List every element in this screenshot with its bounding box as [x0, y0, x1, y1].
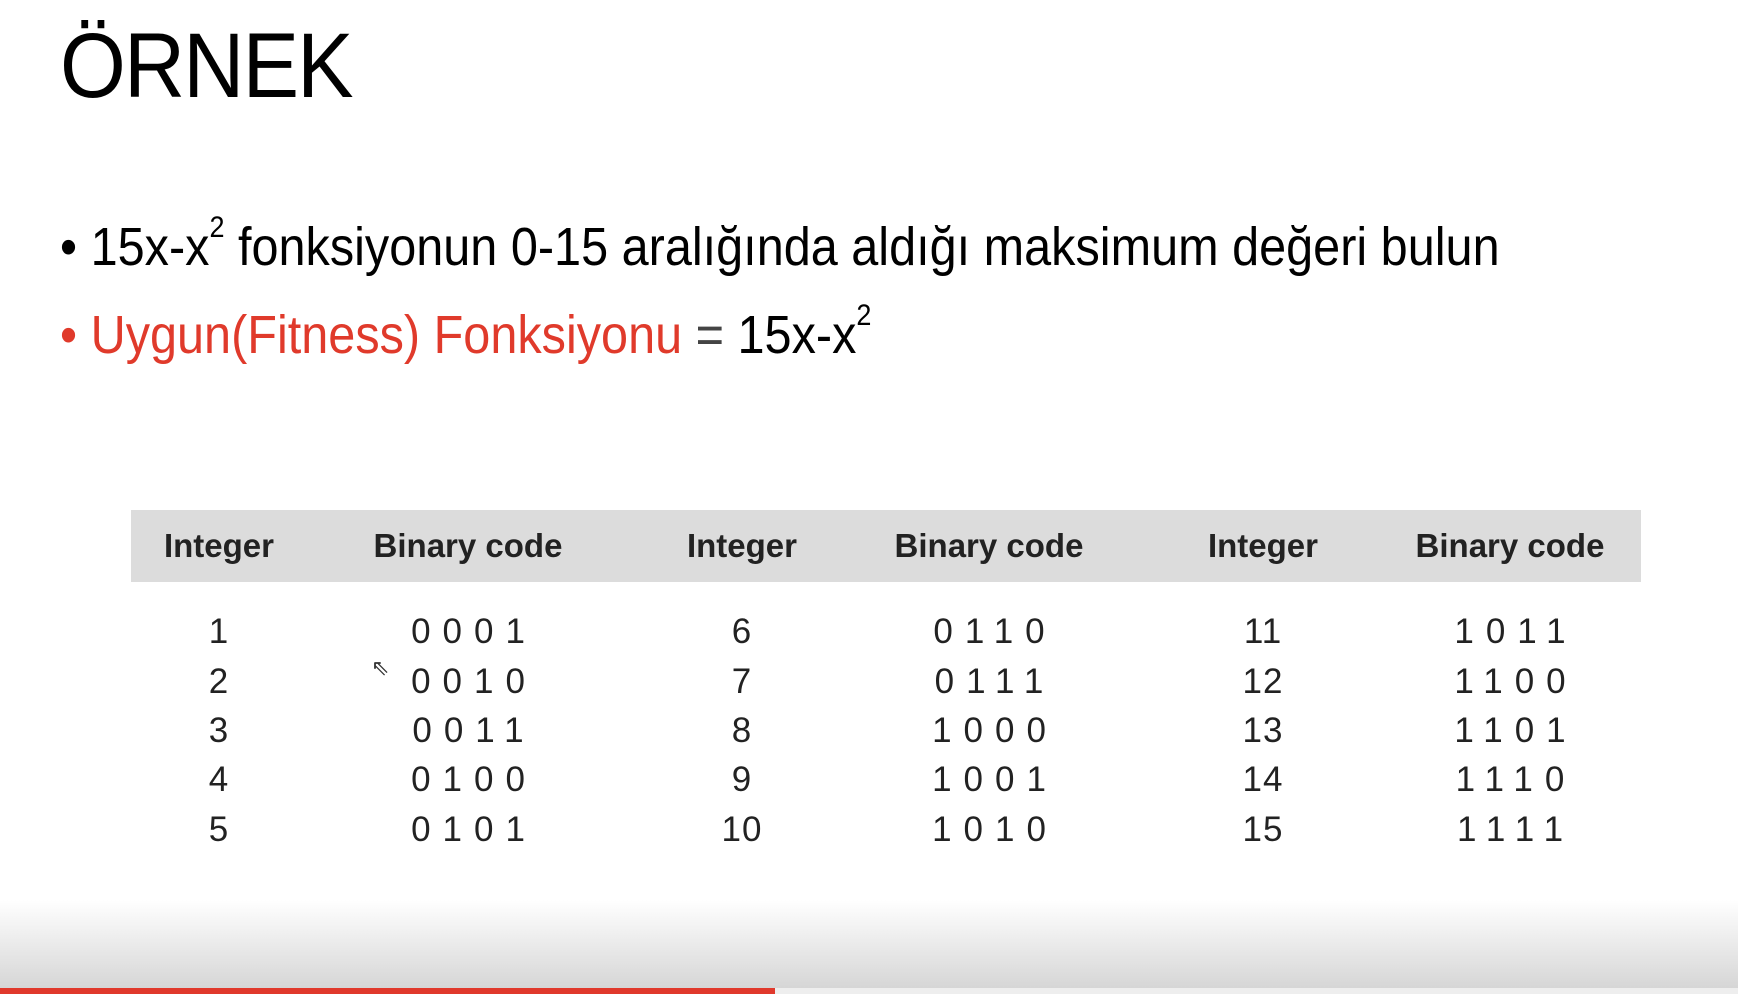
- integer-cell: 2: [208, 662, 230, 701]
- binary-code-cell: 0001: [411, 612, 537, 651]
- integer-cell: 15: [1242, 810, 1284, 849]
- table-header: [131, 510, 1641, 582]
- slide-title: ÖRNEK: [60, 15, 354, 117]
- progress-bar[interactable]: [0, 988, 1738, 994]
- integer-cell: 12: [1242, 662, 1284, 701]
- binary-code-cell: 0010: [411, 662, 537, 701]
- binary-code-cell: 1011: [1454, 612, 1578, 651]
- integer-cell: 14: [1242, 760, 1284, 799]
- binary-code-cell: 1110: [1455, 760, 1577, 799]
- column-header: Integer: [163, 527, 275, 564]
- integer-cell: 3: [208, 711, 230, 750]
- column-header: Binary code: [373, 527, 563, 564]
- column-header: Integer: [686, 527, 798, 564]
- binary-code-cell: 1111: [1456, 810, 1576, 849]
- binary-code-cell: 1100: [1454, 662, 1578, 701]
- integer-cell: 6: [731, 612, 753, 651]
- binary-code-cell: 0101: [411, 810, 537, 849]
- binary-code-cell: 1101: [1454, 711, 1578, 750]
- integer-cell: 1: [208, 612, 230, 651]
- bullet-problem: • 15x-x2 fonksiyonun 0-15 aralığında aldı…: [60, 213, 1500, 278]
- mouse-cursor-icon: ⇖: [371, 655, 390, 680]
- bullet-dot: •: [60, 305, 78, 365]
- problem-text: fonksiyonun 0-15 aralığında aldığı maksi…: [224, 217, 1500, 277]
- fitness-expression: 15x-x: [737, 305, 857, 365]
- expression: 15x-x: [90, 217, 210, 277]
- column-header: Binary code: [1415, 527, 1605, 564]
- player-overlay-gradient: [0, 900, 1738, 988]
- integer-cell: 10: [721, 810, 763, 849]
- bullet-dot: •: [60, 217, 78, 277]
- integer-cell: 7: [731, 662, 753, 701]
- binary-code-cell: 1000: [932, 711, 1058, 750]
- binary-code-cell: 1010: [932, 810, 1058, 849]
- progress-fill: [0, 988, 776, 994]
- equals-sign: =: [682, 305, 738, 365]
- fitness-label: Uygun(Fitness) Fonksiyonu: [90, 305, 683, 365]
- integer-cell: 5: [208, 810, 230, 849]
- integer-cell: 4: [208, 760, 230, 799]
- binary-code-cell: 0011: [412, 711, 536, 750]
- binary-code-cell: 0111: [934, 662, 1056, 701]
- exponent: 2: [856, 299, 872, 332]
- integer-cell: 11: [1243, 612, 1283, 651]
- exponent: 2: [209, 211, 225, 244]
- binary-code-cell: 1001: [932, 760, 1058, 799]
- integer-cell: 8: [731, 711, 753, 750]
- binary-code-cell: 0110: [933, 612, 1057, 651]
- column-header: Binary code: [894, 527, 1084, 564]
- integer-cell: 13: [1242, 711, 1284, 750]
- bullet-fitness: • Uygun(Fitness) Fonksiyonu = 15x-x2: [60, 301, 871, 366]
- binary-code-cell: 0100: [411, 760, 537, 799]
- integer-cell: 9: [731, 760, 753, 799]
- column-header: Integer: [1207, 527, 1319, 564]
